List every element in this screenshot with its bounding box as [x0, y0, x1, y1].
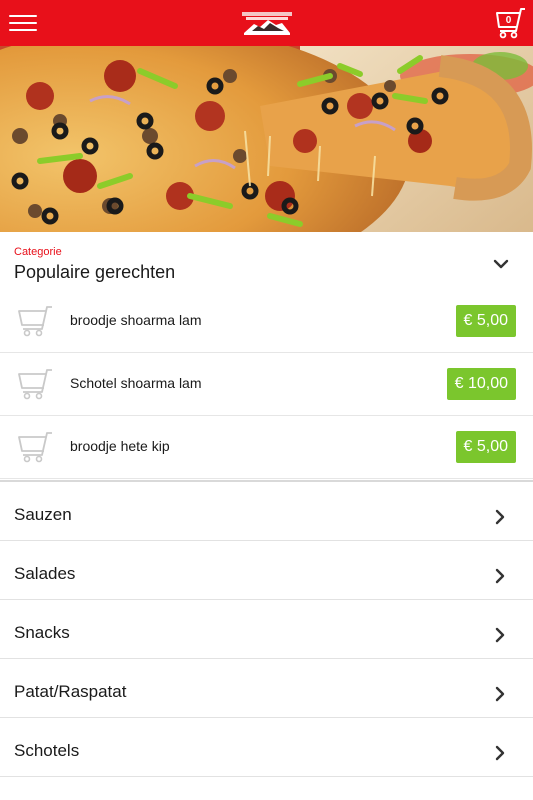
add-to-cart-price-button[interactable]: € 5,00: [455, 305, 516, 337]
chevron-right-icon: [495, 568, 505, 584]
cart-count-badge: 0: [505, 15, 512, 26]
category-row-sauzen[interactable]: Sauzen: [0, 482, 533, 541]
hero-pizza-image: [0, 46, 533, 232]
category-label: Snacks: [14, 623, 70, 642]
category-label: Schotels: [14, 741, 80, 760]
cart-icon[interactable]: [16, 303, 54, 337]
hamburger-menu-icon[interactable]: [9, 13, 37, 33]
chevron-right-icon: [495, 686, 505, 702]
dish-name: broodje shoarma lam: [70, 312, 202, 328]
category-label: Sauzen: [14, 505, 72, 524]
category-label: Patat/Raspatat: [14, 682, 127, 701]
chevron-right-icon: [495, 745, 505, 761]
category-label: Salades: [14, 564, 76, 583]
shopping-cart-button[interactable]: 0: [494, 6, 528, 40]
cart-icon[interactable]: [16, 366, 54, 400]
category-row-patat[interactable]: Patat/Raspatat: [0, 659, 533, 718]
category-row-snacks[interactable]: Snacks: [0, 600, 533, 659]
dish-row[interactable]: Schotel shoarma lam € 10,00: [0, 353, 533, 416]
add-to-cart-price-button[interactable]: € 10,00: [446, 368, 516, 400]
category-caption: Categorie: [14, 246, 62, 258]
category-row-salades[interactable]: Salades: [0, 541, 533, 600]
dish-name: broodje hete kip: [70, 438, 170, 454]
top-bar: 0: [0, 0, 533, 46]
chevron-right-icon: [495, 627, 505, 643]
add-to-cart-price-button[interactable]: € 5,00: [455, 431, 516, 463]
dish-row[interactable]: broodje hete kip € 5,00: [0, 416, 533, 479]
restaurant-logo[interactable]: [240, 11, 294, 37]
pizza-photo: [0, 46, 533, 232]
cart-icon[interactable]: [16, 429, 54, 463]
chevron-down-icon[interactable]: [492, 258, 510, 270]
category-row-schotels[interactable]: Schotels: [0, 718, 533, 777]
category-title: Populaire gerechten: [14, 262, 176, 282]
dish-name: Schotel shoarma lam: [70, 375, 202, 391]
chevron-right-icon: [495, 509, 505, 525]
dish-row[interactable]: broodje shoarma lam € 5,00: [0, 290, 533, 353]
category-header[interactable]: Categorie Populaire gerechten: [0, 232, 533, 290]
